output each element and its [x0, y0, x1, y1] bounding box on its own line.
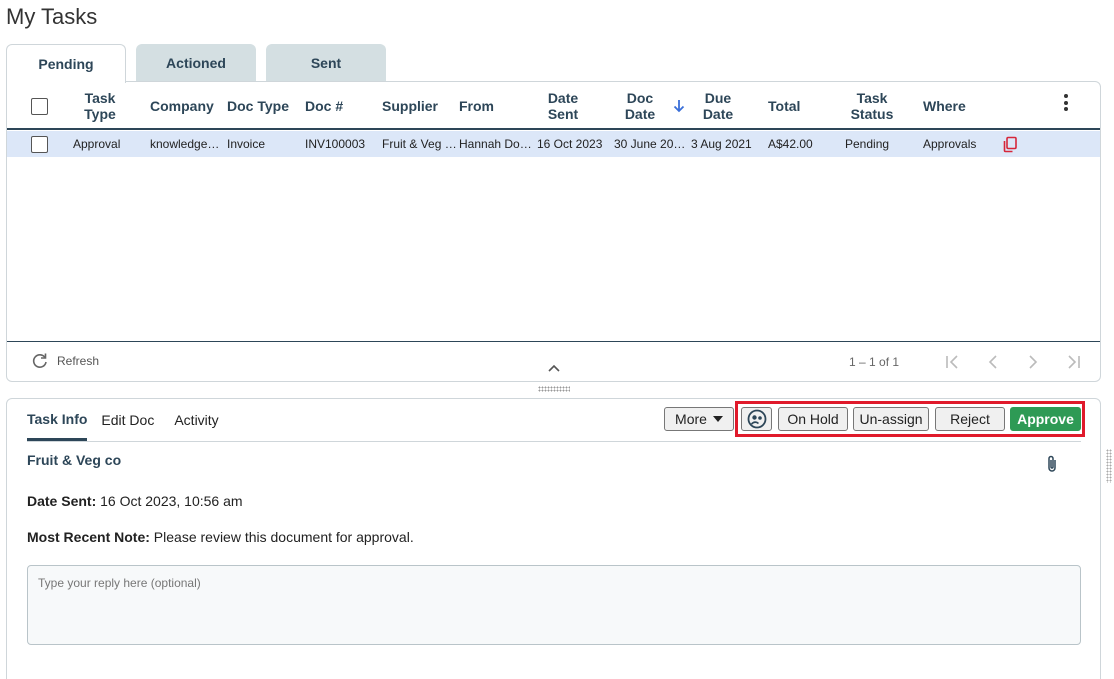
refresh-icon: [32, 353, 47, 368]
tab-edit-doc[interactable]: Edit Doc: [101, 399, 154, 441]
first-page-icon[interactable]: [943, 351, 963, 373]
col-due-date[interactable]: Due Date: [697, 82, 739, 130]
col-task-status[interactable]: Task Status: [847, 82, 897, 130]
prev-page-icon[interactable]: [983, 351, 1003, 373]
refresh-button[interactable]: Refresh: [31, 352, 99, 370]
caret-down-icon: [712, 416, 723, 422]
col-company[interactable]: Company: [150, 82, 214, 130]
cell-doc-no: INV100003: [305, 137, 366, 151]
cell-due-date: 3 Aug 2021: [691, 137, 752, 151]
chevron-up-icon[interactable]: [547, 360, 561, 378]
supplier-name: Fruit & Veg co: [27, 452, 122, 468]
cell-doc-date: 30 June 20…: [614, 137, 686, 151]
cell-doc-type: Invoice: [227, 137, 266, 151]
side-resize-handle[interactable]: [1106, 449, 1112, 483]
cell-supplier: Fruit & Veg …: [382, 137, 456, 151]
sort-desc-icon[interactable]: [673, 82, 685, 130]
note-value: Please review this document for approval…: [153, 529, 414, 545]
more-label: More: [675, 411, 707, 427]
col-doc-type[interactable]: Doc Type: [227, 82, 289, 130]
select-all-checkbox[interactable]: [31, 97, 48, 115]
date-sent-label: Date Sent:: [27, 493, 97, 509]
select-all-cell: [31, 82, 48, 130]
tab-sent[interactable]: Sent: [266, 44, 386, 82]
col-from[interactable]: From: [459, 82, 494, 130]
note-label: Most Recent Note:: [27, 529, 150, 545]
task-tabs: Pending Actioned Sent: [6, 44, 386, 83]
col-where[interactable]: Where: [923, 82, 966, 130]
tab-task-info[interactable]: Task Info: [27, 399, 88, 441]
cell-where: Approvals: [923, 137, 977, 151]
page-title: My Tasks: [6, 4, 98, 29]
col-supplier[interactable]: Supplier: [382, 82, 438, 130]
col-task-type[interactable]: Task Type: [73, 82, 127, 130]
tasks-grid: Task Type Company Doc Type Doc # Supplie…: [6, 81, 1101, 382]
copy-icon[interactable]: [1002, 131, 1018, 157]
cell-from: Hannah Do…: [459, 137, 532, 151]
col-doc-date[interactable]: Doc Date: [619, 82, 661, 130]
recent-note-line: Most Recent Note: Please review this doc…: [27, 529, 414, 545]
row-checkbox[interactable]: [31, 135, 48, 153]
detail-tabs: Task Info Edit Doc Activity: [27, 399, 233, 441]
row-checkbox-cell: [31, 131, 48, 157]
paging-summary: 1 – 1 of 1: [849, 355, 900, 369]
date-sent-value: 16 Oct 2023, 10:56 am: [100, 493, 243, 509]
cell-total: A$42.00: [768, 137, 813, 151]
paperclip-icon[interactable]: [1045, 454, 1059, 479]
tab-pending[interactable]: Pending: [6, 44, 126, 83]
table-row[interactable]: Approval knowledge… Invoice INV100003 Fr…: [7, 131, 1100, 157]
cell-task-status: Pending: [845, 137, 890, 151]
cell-task-type: Approval: [73, 137, 121, 151]
action-highlight-box: [735, 401, 1085, 437]
col-doc-no[interactable]: Doc #: [305, 82, 343, 130]
column-menu-icon[interactable]: [1064, 94, 1068, 114]
tabs-divider: [27, 441, 1081, 442]
last-page-icon[interactable]: [1063, 351, 1083, 373]
date-sent-line: Date Sent: 16 Oct 2023, 10:56 am: [27, 493, 243, 509]
tab-actioned[interactable]: Actioned: [136, 44, 256, 82]
tab-activity[interactable]: Activity: [174, 399, 218, 441]
cell-date-sent: 16 Oct 2023: [537, 137, 603, 151]
refresh-label: Refresh: [57, 354, 100, 368]
task-detail-panel: Task Info Edit Doc Activity More On Hold…: [6, 398, 1101, 679]
next-page-icon[interactable]: [1023, 351, 1043, 373]
splitter-handle[interactable]: [538, 386, 570, 392]
col-date-sent[interactable]: Date Sent: [537, 82, 589, 130]
more-dropdown-button[interactable]: More: [664, 407, 734, 431]
reply-input[interactable]: [27, 565, 1081, 645]
cell-company: knowledge…: [150, 137, 220, 151]
grid-header: Task Type Company Doc Type Doc # Supplie…: [7, 82, 1100, 130]
col-total[interactable]: Total: [768, 82, 800, 130]
